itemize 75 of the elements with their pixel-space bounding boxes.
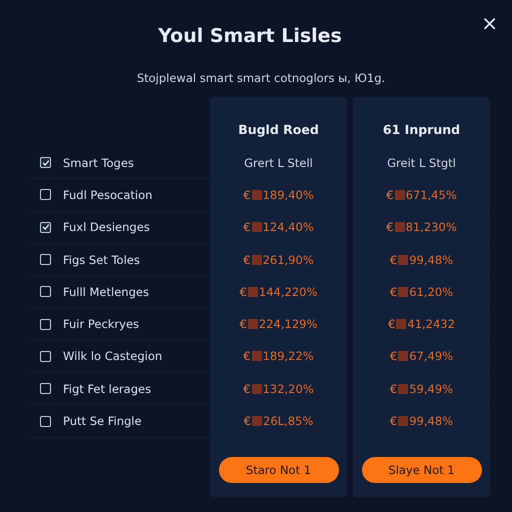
currency-sign: € [390,284,398,299]
row-label: Fuir Peckryes [63,317,140,332]
checkbox[interactable] [40,222,51,233]
dialog-subtitle: Stojplewal smart smart cotnoglors ы, Ю1g. [136,70,386,86]
redaction-mark [398,416,408,426]
currency-sign: € [390,382,398,396]
value-text: 144,220% [258,284,318,299]
redaction-mark [252,190,262,200]
row-label: Fuxl Desienges [63,220,150,234]
currency-sign: € [386,188,394,202]
redaction-mark [252,384,262,394]
redaction-mark [398,351,408,362]
row-label: Figt Fet lerages [63,382,152,396]
checkbox[interactable] [40,157,51,168]
select-button[interactable]: Slaye Not 1 [362,457,482,484]
currency-sign: € [240,317,247,332]
redaction-mark [252,254,262,265]
value-text: 261,90% [262,252,314,267]
column-subheader: Greit L Stgtl [387,156,456,170]
value-text: 67,49% [409,349,454,364]
value-text: 81,230% [406,220,457,234]
currency-sign: € [243,252,251,267]
redaction-mark [248,286,258,297]
redaction-mark [394,190,405,200]
checkbox[interactable] [40,416,51,427]
row-label: Smart Toges [63,156,134,170]
value-text: 189,40% [262,188,314,202]
column-subheader: Grert L Stell [244,156,313,170]
row-label: Putt Se Fingle [63,414,142,428]
redaction-mark [252,222,262,232]
currency-sign: € [243,349,251,364]
currency-sign: € [240,284,247,299]
redaction-mark [252,416,262,426]
checkbox[interactable] [40,350,51,362]
value-text: 132,20% [262,382,314,396]
currency-sign: € [243,382,251,396]
checkbox[interactable] [40,189,51,200]
row-label: Fudl Pesocation [63,188,152,202]
checkbox[interactable] [40,254,51,266]
row-label: Fulll Metlenges [63,284,149,299]
value-text: 26L,85% [263,414,314,428]
value-text: 671,45% [406,188,457,202]
currency-sign: € [390,414,398,428]
currency-sign: € [390,252,398,267]
redaction-mark [398,286,408,297]
redaction-mark [396,319,406,330]
close-button[interactable]: × [481,12,498,34]
redaction-mark [248,319,258,330]
redaction-mark [252,351,262,362]
value-text: 61,20% [409,284,454,299]
checkbox[interactable] [40,318,51,330]
select-button[interactable]: Staro Not 1 [218,457,338,484]
checkbox[interactable] [40,383,51,394]
currency-sign: € [386,220,394,234]
column-header: 61 Inprund [382,121,462,139]
redaction-mark [398,254,408,265]
redaction-mark [398,384,408,394]
currency-sign: € [390,349,398,364]
row-label: Figs Set Toles [63,252,140,267]
currency-sign: € [244,414,252,428]
value-text: 59,49% [409,382,454,396]
currency-sign: € [243,220,251,234]
value-text: 41,2432 [407,317,455,332]
value-text: 224,129% [258,317,318,332]
value-text: 99,48% [409,252,454,267]
row-label: Wilk lo Castegion [63,349,162,364]
value-text: 124,40% [262,220,314,234]
column-header: Bugld Roed [237,121,320,139]
checkbox[interactable] [40,286,51,298]
currency-sign: € [243,188,251,202]
dialog-title: Youl Smart Lisles [158,24,342,48]
currency-sign: € [388,317,396,332]
value-text: 189,22% [262,349,314,364]
redaction-mark [394,222,405,232]
value-text: 99,48% [409,414,454,428]
